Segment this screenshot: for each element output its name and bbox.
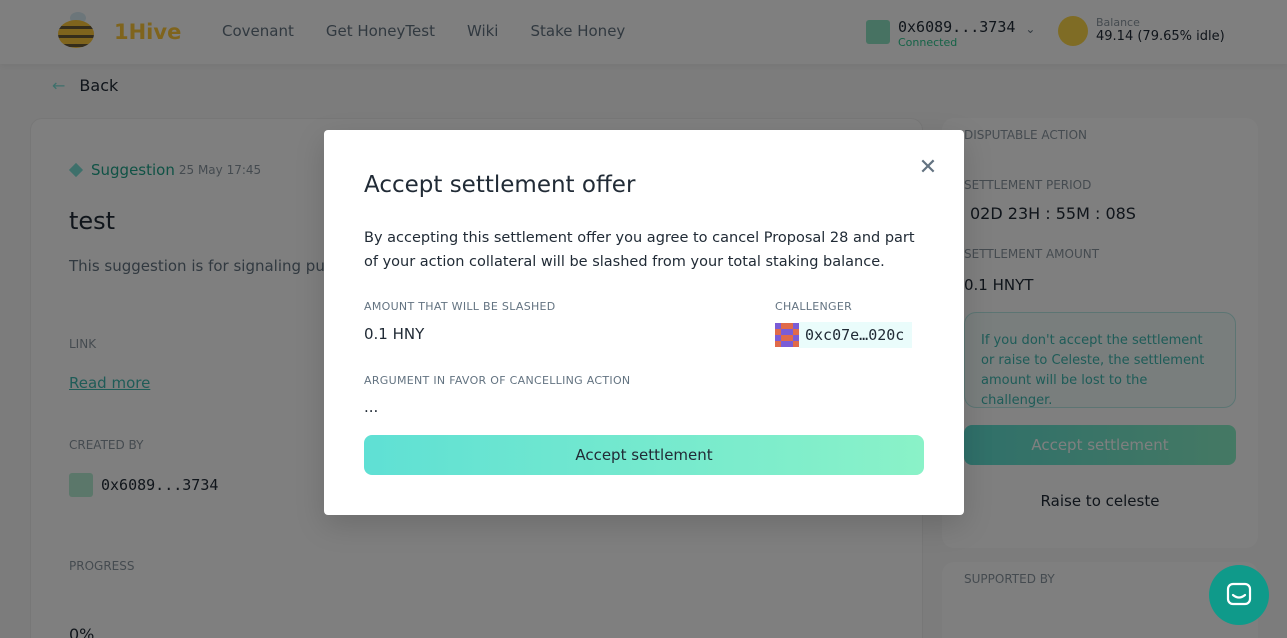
argument-label: Argument in favor of cancelling action: [364, 374, 631, 387]
accept-settlement-modal: ✕ Accept settlement offer By accepting t…: [324, 130, 964, 515]
modal-title: Accept settlement offer: [364, 172, 636, 198]
accept-settlement-button[interactable]: Accept settlement: [364, 435, 924, 475]
modal-description: By accepting this settlement offer you a…: [364, 230, 915, 270]
slashed-amount-value: 0.1 HNY: [364, 325, 425, 343]
close-icon[interactable]: ✕: [916, 156, 940, 180]
slashed-amount-label: Amount that will be slashed: [364, 300, 556, 313]
challenger-label: Challenger: [775, 300, 853, 313]
chat-icon: [1226, 582, 1252, 606]
challenger-avatar: [775, 323, 799, 347]
challenger-address: 0xc07e…020c: [799, 322, 913, 348]
chat-launcher-button[interactable]: [1209, 565, 1269, 625]
challenger-identity[interactable]: 0xc07e…020c: [775, 322, 913, 348]
argument-value: ...: [364, 398, 379, 416]
